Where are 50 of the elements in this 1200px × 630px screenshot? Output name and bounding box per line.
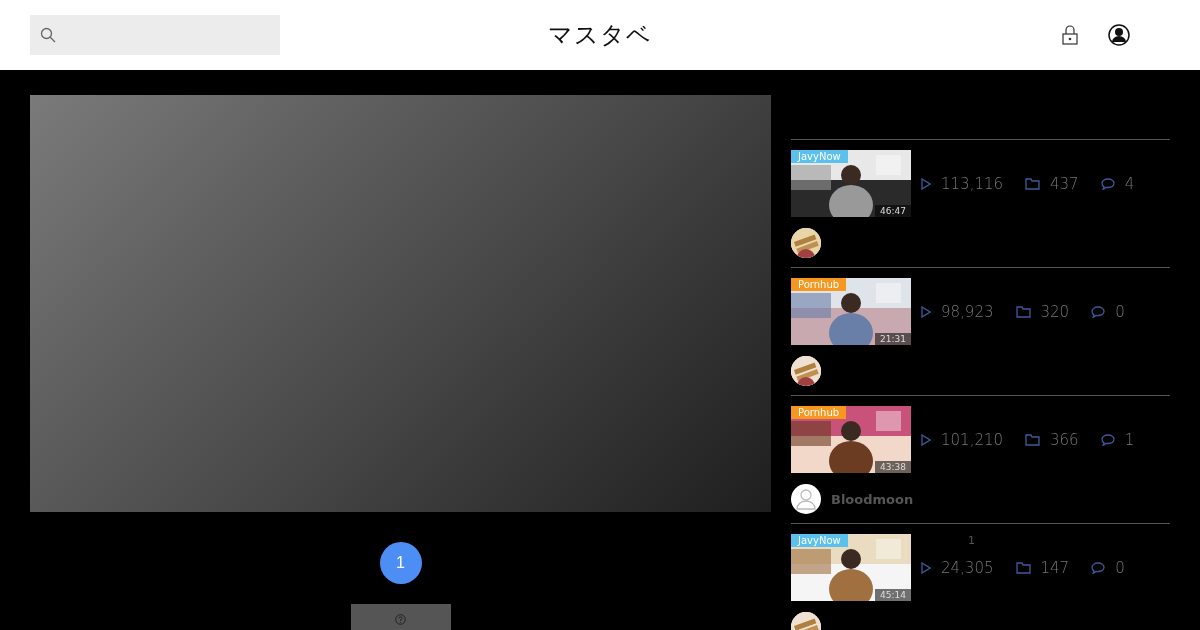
folder-icon	[1015, 305, 1031, 318]
play-icon	[921, 177, 931, 190]
comment-icon	[1091, 305, 1106, 318]
source-badge: JavyNow	[791, 150, 848, 163]
save-count: 437	[1050, 174, 1079, 193]
comment-count: 4	[1124, 174, 1135, 193]
comment-count: 1	[1124, 430, 1135, 449]
view-count: 24,305	[941, 558, 994, 577]
source-badge: Pornhub	[791, 278, 847, 291]
duration-label: 46:47	[875, 205, 911, 217]
question-icon	[395, 613, 406, 625]
play-icon	[921, 561, 931, 574]
user-icon[interactable]	[1108, 24, 1130, 46]
user-avatar[interactable]	[791, 356, 821, 386]
user-avatar[interactable]	[791, 484, 821, 514]
search-field[interactable]	[30, 15, 280, 55]
duration-label: 21:31	[875, 333, 911, 345]
save-count: 366	[1050, 430, 1079, 449]
view-count: 101,210	[941, 430, 1004, 449]
folder-icon	[1025, 177, 1041, 190]
page-button[interactable]: 1	[379, 542, 422, 584]
comment-icon	[1100, 177, 1115, 190]
video-thumbnail[interactable]: JavyNow 46:47	[791, 150, 911, 217]
comment-count: 0	[1115, 558, 1125, 577]
play-icon	[921, 433, 931, 446]
video-player[interactable]	[30, 95, 771, 512]
play-icon	[921, 305, 931, 318]
search-icon	[40, 27, 56, 43]
video-thumbnail[interactable]: Pornhub 43:38	[791, 406, 911, 473]
comment-count: 0	[1115, 302, 1125, 321]
video-thumbnail[interactable]: Pornhub 21:31	[791, 278, 911, 345]
site-logo[interactable]: マスタベ	[548, 19, 652, 51]
comment-icon	[1100, 433, 1115, 446]
save-count: 320	[1040, 302, 1070, 321]
save-count: 147	[1040, 558, 1070, 577]
source-badge: Pornhub	[791, 406, 847, 419]
username[interactable]: Bloodmoon	[831, 491, 914, 507]
duration-label: 43:38	[875, 461, 911, 473]
folder-icon	[1015, 561, 1031, 574]
comment-icon	[1091, 561, 1106, 574]
duration-label: 45:14	[875, 589, 911, 601]
view-count: 113,116	[941, 174, 1004, 193]
source-badge: JavyNow	[791, 534, 848, 547]
video-thumbnail[interactable]: JavyNow 45:14	[791, 534, 911, 601]
user-avatar[interactable]	[791, 228, 821, 258]
note-text: 1	[968, 534, 975, 547]
view-count: 98,923	[941, 302, 994, 321]
person-icon	[795, 488, 817, 510]
folder-icon	[1025, 433, 1041, 446]
lock-icon[interactable]	[1062, 25, 1078, 45]
